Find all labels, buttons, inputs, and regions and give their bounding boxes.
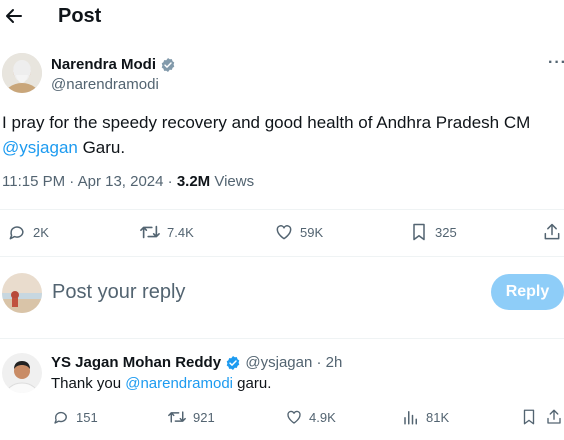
post-text: I pray for the speedy recovery and good …: [2, 113, 531, 157]
repost-action[interactable]: 7.4K: [139, 222, 194, 242]
reply-views-count: 81K: [426, 409, 450, 425]
bookmark-count: 325: [435, 224, 457, 240]
reply-reply-action[interactable]: 151: [52, 408, 98, 426]
share-action[interactable]: [542, 222, 562, 242]
reply-views-action[interactable]: 81K: [402, 408, 449, 426]
reply-input[interactable]: Post your reply: [52, 281, 185, 304]
heart-icon: [276, 225, 292, 240]
analytics-icon: [404, 411, 417, 425]
heart-icon: [287, 410, 301, 424]
author-name[interactable]: Narendra Modi: [51, 56, 156, 73]
reply-mention-link[interactable]: @narendramodi: [125, 375, 233, 392]
reply-like-action[interactable]: 4.9K: [285, 408, 336, 426]
reply-author-name[interactable]: YS Jagan Mohan Reddy: [51, 354, 221, 371]
reply-repost-count: 921: [193, 409, 215, 425]
like-action[interactable]: 59K: [274, 222, 323, 242]
views-count: 3.2M: [176, 173, 211, 190]
post-timestamp: 11:15 PM · Apr 13, 2024 · 3.2M Views: [2, 173, 255, 190]
reply-timestamp[interactable]: · 2h: [312, 354, 342, 371]
author-handle[interactable]: @narendramodi: [51, 76, 159, 93]
bookmark-icon: [523, 409, 535, 425]
reply-like-count: 4.9K: [309, 409, 336, 425]
reply-count: 2K: [33, 224, 49, 240]
repost-icon: [168, 411, 186, 423]
repost-count: 7.4K: [167, 224, 194, 240]
reply-text: Thank you @narendramodi garu.: [51, 375, 272, 392]
reply-reply-count: 151: [76, 409, 98, 425]
mention-link[interactable]: @ysjagan: [2, 138, 78, 157]
like-count: 59K: [300, 224, 324, 240]
bookmark-action[interactable]: 325: [409, 222, 457, 242]
reply-share-action[interactable]: [545, 408, 563, 426]
reply-icon: [54, 411, 67, 424]
reply-action[interactable]: 2K: [7, 222, 49, 242]
avatar[interactable]: [2, 53, 42, 93]
share-icon: [544, 223, 560, 240]
reply-icon: [9, 226, 24, 240]
share-icon: [547, 409, 561, 424]
back-button[interactable]: [4, 6, 24, 26]
composer-avatar[interactable]: [2, 273, 42, 313]
more-options-icon[interactable]: ···: [548, 54, 564, 72]
reply-author-handle[interactable]: @ysjagan: [245, 354, 312, 371]
bookmark-icon: [413, 223, 425, 241]
repost-icon: [140, 225, 160, 239]
verified-badge-icon: [161, 58, 175, 73]
reply-avatar[interactable]: [2, 353, 42, 393]
reply-bookmark-action[interactable]: [520, 408, 538, 426]
arrow-left-icon: [6, 9, 22, 23]
verified-badge-icon: [226, 356, 240, 371]
reply-button[interactable]: Reply: [491, 274, 564, 310]
page-title: Post: [58, 5, 102, 27]
reply-repost-action[interactable]: 921: [167, 408, 215, 426]
